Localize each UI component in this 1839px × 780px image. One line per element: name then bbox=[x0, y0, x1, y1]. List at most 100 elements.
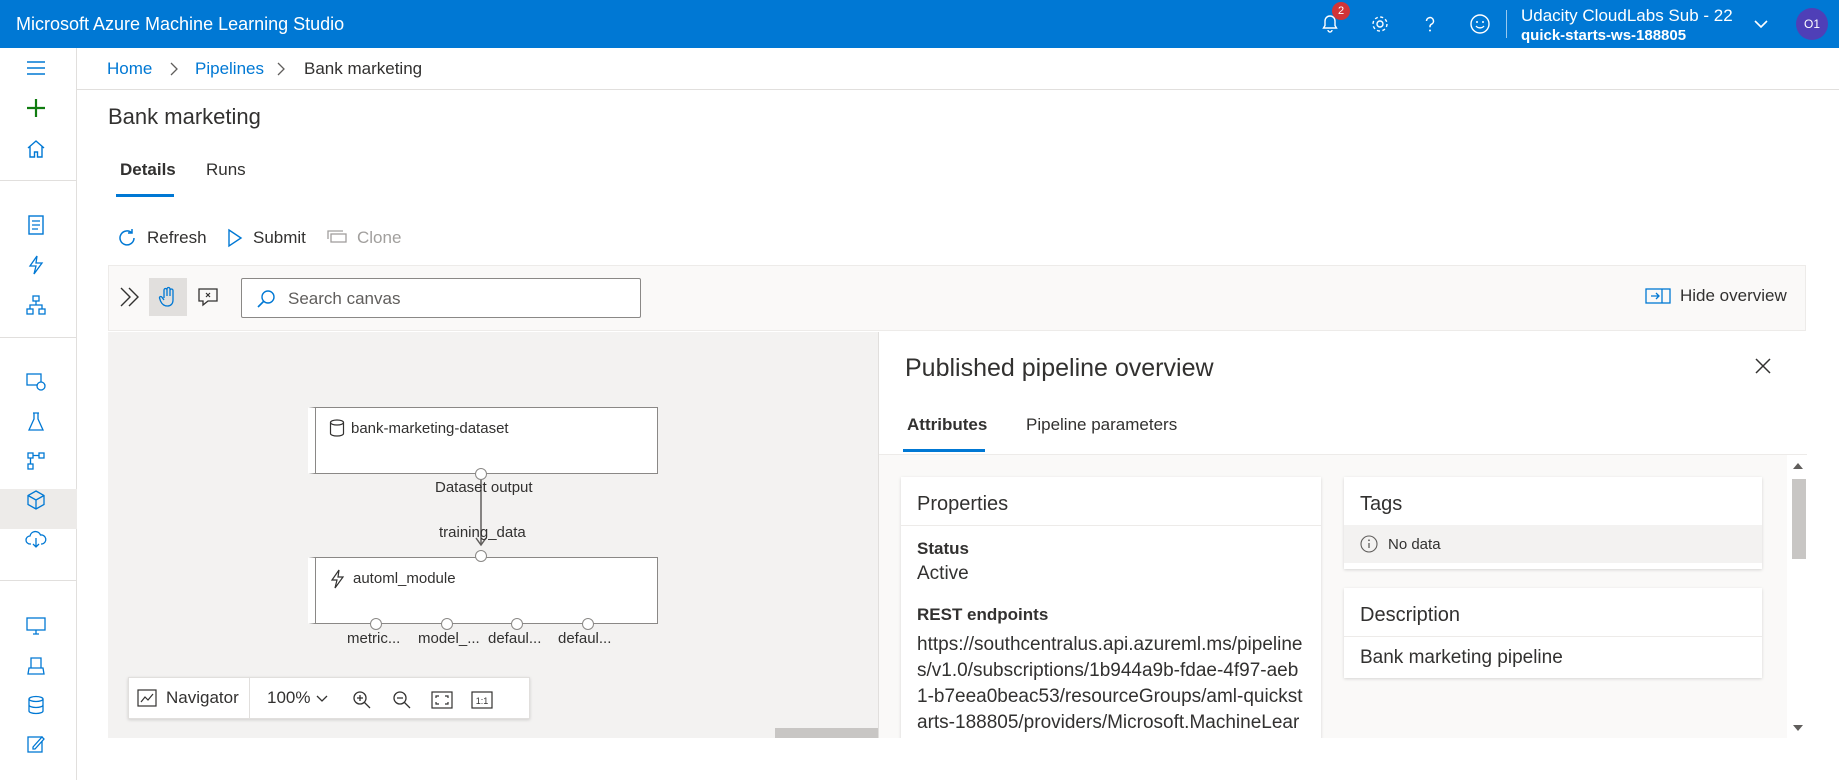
toolbar-divider bbox=[249, 678, 250, 718]
panel-collapse-icon bbox=[1645, 288, 1671, 304]
notebooks-icon[interactable] bbox=[22, 211, 50, 239]
pan-hand-icon[interactable] bbox=[149, 278, 187, 316]
horizontal-scrollbar[interactable] bbox=[775, 728, 878, 738]
compute-monitor-icon[interactable] bbox=[22, 612, 50, 640]
data-labeling-icon[interactable] bbox=[22, 730, 50, 758]
actual-size-icon[interactable]: 1:1 bbox=[471, 689, 493, 711]
app-title[interactable]: Microsoft Azure Machine Learning Studio bbox=[16, 14, 344, 35]
hide-overview-label: Hide overview bbox=[1680, 286, 1787, 305]
port-label: metric... bbox=[347, 630, 401, 647]
tags-card: Tags No data bbox=[1344, 477, 1762, 569]
endpoints-cloud-icon[interactable] bbox=[22, 525, 50, 553]
pipeline-canvas[interactable]: bank-marketing-dataset Dataset output tr… bbox=[108, 332, 878, 738]
designer-icon[interactable] bbox=[22, 291, 50, 319]
status-label: Status bbox=[917, 539, 969, 558]
output-port[interactable] bbox=[441, 618, 453, 630]
tab-attributes[interactable]: Attributes bbox=[907, 415, 987, 435]
chevron-right-icon bbox=[170, 62, 178, 76]
settings-gear-icon[interactable] bbox=[1366, 10, 1394, 38]
pipelines-icon[interactable] bbox=[22, 447, 50, 475]
tab-runs[interactable]: Runs bbox=[206, 160, 246, 180]
search-canvas-input[interactable]: Search canvas bbox=[241, 278, 641, 318]
navigator-icon bbox=[137, 689, 157, 707]
refresh-label: Refresh bbox=[147, 228, 207, 247]
clone-button[interactable]: Clone bbox=[326, 226, 401, 250]
description-value: Bank marketing pipeline bbox=[1360, 647, 1563, 668]
tags-empty-state: No data bbox=[1344, 525, 1762, 563]
left-nav-sidebar bbox=[0, 48, 77, 780]
home-icon[interactable] bbox=[22, 135, 50, 163]
environments-icon[interactable] bbox=[22, 652, 50, 680]
hamburger-menu-icon[interactable] bbox=[22, 54, 50, 82]
active-tab-indicator bbox=[903, 449, 985, 452]
zoom-level-dropdown[interactable]: 100% bbox=[267, 688, 338, 708]
breadcrumb-pipelines-link[interactable]: Pipelines bbox=[195, 59, 264, 79]
output-port[interactable] bbox=[582, 618, 594, 630]
pipeline-node-automl[interactable]: automl_module bbox=[308, 557, 658, 624]
play-icon bbox=[228, 228, 243, 248]
fit-to-screen-icon[interactable] bbox=[431, 689, 453, 711]
expand-chevrons-icon[interactable] bbox=[111, 278, 149, 316]
breadcrumb: Home Pipelines Bank marketing bbox=[77, 48, 1839, 90]
account-switcher[interactable]: Udacity CloudLabs Sub - 22 quick-starts-… bbox=[1521, 6, 1733, 46]
refresh-icon bbox=[119, 229, 135, 246]
navigator-label: Navigator bbox=[166, 688, 239, 707]
pipeline-node-dataset[interactable]: bank-marketing-dataset bbox=[308, 407, 658, 474]
panel-body: Properties Status Active REST endpoints … bbox=[879, 454, 1807, 738]
scroll-down-arrow-icon[interactable] bbox=[1792, 723, 1804, 733]
vertical-scrollbar[interactable] bbox=[1787, 455, 1807, 738]
breadcrumb-current: Bank marketing bbox=[304, 59, 423, 78]
header-divider bbox=[1506, 10, 1507, 38]
svg-text:1:1: 1:1 bbox=[476, 696, 489, 706]
panel-title: Published pipeline overview bbox=[905, 354, 1214, 382]
input-port[interactable] bbox=[475, 550, 487, 562]
description-heading: Description bbox=[1360, 604, 1461, 626]
tab-pipeline-parameters[interactable]: Pipeline parameters bbox=[1026, 415, 1177, 435]
properties-heading: Properties bbox=[917, 493, 1009, 515]
datasets-icon[interactable] bbox=[22, 368, 50, 396]
node-label: bank-marketing-dataset bbox=[351, 420, 509, 437]
card-divider bbox=[901, 525, 1321, 526]
scroll-up-arrow-icon[interactable] bbox=[1792, 461, 1804, 471]
port-label: defaul... bbox=[488, 630, 542, 647]
zoom-out-icon[interactable] bbox=[391, 689, 413, 711]
rest-endpoints-label: REST endpoints bbox=[917, 605, 1049, 624]
zoom-level: 100% bbox=[267, 688, 311, 707]
automated-ml-icon[interactable] bbox=[22, 251, 50, 279]
comment-icon[interactable] bbox=[189, 278, 227, 316]
help-question-icon[interactable] bbox=[1416, 10, 1444, 38]
datastores-icon[interactable] bbox=[22, 691, 50, 719]
feedback-smiley-icon[interactable] bbox=[1466, 10, 1494, 38]
page-title: Bank marketing bbox=[108, 104, 261, 129]
close-icon[interactable] bbox=[1751, 354, 1775, 378]
card-divider bbox=[1344, 636, 1762, 637]
experiments-flask-icon[interactable] bbox=[22, 408, 50, 436]
models-cube-icon[interactable] bbox=[22, 486, 50, 514]
breadcrumb-home-link[interactable]: Home bbox=[107, 59, 152, 79]
rest-endpoint-value[interactable]: https://southcentralus.api.azureml.ms/pi… bbox=[917, 632, 1307, 738]
notifications-bell-icon[interactable]: 2 bbox=[1316, 2, 1350, 38]
chevron-right-icon bbox=[277, 62, 285, 76]
account-name: Udacity CloudLabs Sub - 22 bbox=[1521, 6, 1733, 25]
tags-heading: Tags bbox=[1360, 493, 1403, 515]
port-label: defaul... bbox=[558, 630, 612, 647]
submit-button[interactable]: Submit bbox=[226, 226, 306, 250]
output-port[interactable] bbox=[511, 618, 523, 630]
avatar[interactable]: O1 bbox=[1796, 8, 1828, 40]
refresh-button[interactable]: Refresh bbox=[116, 226, 207, 250]
top-bar: Microsoft Azure Machine Learning Studio … bbox=[0, 0, 1839, 48]
output-port[interactable] bbox=[370, 618, 382, 630]
zoom-in-icon[interactable] bbox=[351, 689, 373, 711]
notification-badge: 2 bbox=[1332, 2, 1350, 20]
published-pipeline-overview-panel: Published pipeline overview Attributes P… bbox=[878, 332, 1807, 738]
create-new-plus-icon[interactable] bbox=[22, 94, 50, 122]
clone-label: Clone bbox=[357, 228, 402, 247]
chevron-down-icon[interactable] bbox=[1747, 10, 1775, 38]
navigator-button[interactable]: Navigator bbox=[137, 688, 239, 708]
description-card: Description Bank marketing pipeline bbox=[1344, 588, 1762, 678]
tab-details[interactable]: Details bbox=[120, 160, 176, 180]
search-icon bbox=[257, 290, 275, 308]
scrollbar-thumb[interactable] bbox=[1792, 479, 1806, 559]
hide-overview-button[interactable]: Hide overview bbox=[1645, 286, 1787, 306]
info-icon bbox=[1360, 535, 1378, 553]
